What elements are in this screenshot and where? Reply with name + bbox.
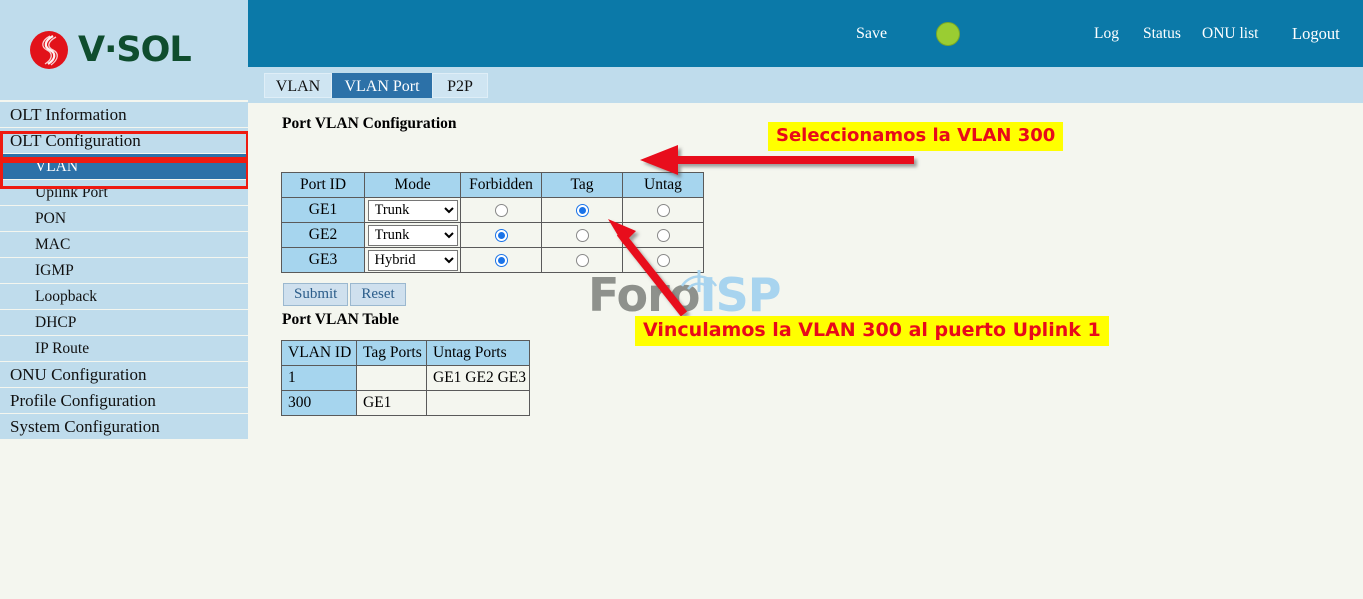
mode-select-ge2[interactable]: Trunk (367, 224, 458, 246)
column-header-mode: Mode (364, 172, 461, 198)
sidebar-item-label: PON (35, 210, 67, 227)
sidebar-item-label: ONU Configuration (10, 365, 147, 384)
sidebar-item-label: VLAN (35, 158, 79, 175)
sidebar-item-vlan[interactable]: VLAN (0, 154, 248, 180)
sidebar-item-system-configuration[interactable]: System Configuration (0, 414, 248, 440)
cell-tag (541, 197, 623, 223)
top-header-bar: Save Log Status ONU list Logout (248, 0, 1363, 67)
table-header-row: VLAN ID Tag Ports Untag Ports (281, 340, 530, 366)
cell-mode: Trunk (364, 197, 461, 223)
cell-untag (622, 222, 704, 248)
sidebar-item-mac[interactable]: MAC (0, 232, 248, 258)
sidebar-item-igmp[interactable]: IGMP (0, 258, 248, 284)
cell-port-id: GE3 (281, 247, 365, 273)
tab-vlan[interactable]: VLAN (264, 73, 332, 98)
annotation-callout-select-vlan: Seleccionamos la VLAN 300 (768, 122, 1064, 151)
column-header-tag-ports: Tag Ports (356, 340, 427, 366)
cell-mode: Trunk (364, 222, 461, 248)
sidebar-item-label: System Configuration (10, 417, 160, 436)
page-title: Port VLAN Configuration (282, 115, 457, 132)
sidebar-item-label: IGMP (35, 262, 74, 279)
cell-untag (622, 197, 704, 223)
table-header-row: Port ID Mode Forbidden Tag Untag (281, 172, 704, 198)
sidebar-item-pon[interactable]: PON (0, 206, 248, 232)
cell-port-id: GE1 (281, 197, 365, 223)
cell-untag (622, 247, 704, 273)
column-header-forbidden: Forbidden (460, 172, 542, 198)
radio-forbidden-ge1[interactable] (494, 203, 508, 217)
brand-name: V·SOL (78, 30, 192, 70)
cell-vlan-id: 300 (281, 390, 357, 416)
green-status-dot (936, 22, 960, 46)
sidebar: OLT Information OLT Configuration VLAN U… (0, 102, 248, 440)
table-row: GE1 Trunk (281, 197, 704, 223)
main-content: Port VLAN Configuration VLAN ID 300 Port… (248, 103, 1363, 599)
cell-forbidden (460, 222, 542, 248)
vsol-red-circle-logo (22, 25, 72, 75)
port-vlan-table: VLAN ID Tag Ports Untag Ports 1 GE1 GE2 … (281, 340, 530, 416)
table-row: 300 GE1 (281, 390, 530, 416)
sidebar-item-label: OLT Configuration (10, 131, 141, 150)
port-vlan-table-title: Port VLAN Table (282, 311, 399, 328)
submit-button[interactable]: Submit (283, 283, 349, 306)
radio-tag-ge1[interactable] (575, 203, 589, 217)
table-row: 1 GE1 GE2 GE3 (281, 365, 530, 391)
mode-select-ge3[interactable]: Hybrid (367, 249, 458, 271)
radio-tag-ge3[interactable] (575, 253, 589, 267)
column-header-untag: Untag (622, 172, 704, 198)
cell-untag-ports (426, 390, 530, 416)
sidebar-item-label: Loopback (35, 288, 97, 305)
sidebar-item-loopback[interactable]: Loopback (0, 284, 248, 310)
cell-forbidden (460, 197, 542, 223)
cell-mode: Hybrid (364, 247, 461, 273)
status-link[interactable]: Status (1143, 25, 1181, 43)
sidebar-item-label: IP Route (35, 340, 90, 357)
tab-p2p[interactable]: P2P (432, 73, 488, 98)
column-header-port-id: Port ID (281, 172, 365, 198)
radio-untag-ge3[interactable] (656, 253, 670, 267)
reset-button[interactable]: Reset (350, 283, 406, 306)
sidebar-item-label: Profile Configuration (10, 391, 156, 410)
cell-vlan-id: 1 (281, 365, 357, 391)
logout-link[interactable]: Logout (1292, 24, 1340, 44)
sidebar-item-olt-information[interactable]: OLT Information (0, 102, 248, 128)
onu-list-link[interactable]: ONU list (1202, 25, 1258, 43)
save-button[interactable]: Save (856, 25, 887, 43)
sidebar-item-label: MAC (35, 236, 71, 253)
sidebar-item-olt-configuration[interactable]: OLT Configuration (0, 128, 248, 154)
sidebar-item-onu-configuration[interactable]: ONU Configuration (0, 362, 248, 388)
form-button-row: Submit Reset (283, 283, 408, 306)
cell-tag (541, 222, 623, 248)
sidebar-item-dhcp[interactable]: DHCP (0, 310, 248, 336)
sidebar-item-uplink-port[interactable]: Uplink Port (0, 180, 248, 206)
column-header-untag-ports: Untag Ports (426, 340, 530, 366)
sidebar-item-ip-route[interactable]: IP Route (0, 336, 248, 362)
column-header-vlan-id: VLAN ID (281, 340, 357, 366)
table-row: GE2 Trunk (281, 222, 704, 248)
sidebar-item-profile-configuration[interactable]: Profile Configuration (0, 388, 248, 414)
table-row: GE3 Hybrid (281, 247, 704, 273)
brand-panel: V·SOL (0, 0, 248, 100)
radio-untag-ge2[interactable] (656, 228, 670, 242)
cell-port-id: GE2 (281, 222, 365, 248)
radio-tag-ge2[interactable] (575, 228, 589, 242)
tab-bar: VLAN VLAN Port P2P (248, 67, 1363, 103)
annotation-callout-bind-vlan-uplink: Vinculamos la VLAN 300 al puerto Uplink … (635, 316, 1109, 346)
column-header-tag: Tag (541, 172, 623, 198)
radio-untag-ge1[interactable] (656, 203, 670, 217)
tab-vlan-port[interactable]: VLAN Port (332, 73, 432, 98)
sidebar-item-label: Uplink Port (35, 184, 108, 201)
radio-forbidden-ge3[interactable] (494, 253, 508, 267)
cell-untag-ports: GE1 GE2 GE3 (426, 365, 530, 391)
mode-select-ge1[interactable]: Trunk (367, 199, 458, 221)
cell-tag-ports (356, 365, 427, 391)
cell-tag-ports: GE1 (356, 390, 427, 416)
sidebar-item-label: OLT Information (10, 105, 127, 124)
log-link[interactable]: Log (1094, 25, 1119, 43)
sidebar-item-label: DHCP (35, 314, 77, 331)
port-vlan-configuration-table: Port ID Mode Forbidden Tag Untag GE1 Tru… (281, 172, 704, 273)
cell-tag (541, 247, 623, 273)
cell-forbidden (460, 247, 542, 273)
radio-forbidden-ge2[interactable] (494, 228, 508, 242)
